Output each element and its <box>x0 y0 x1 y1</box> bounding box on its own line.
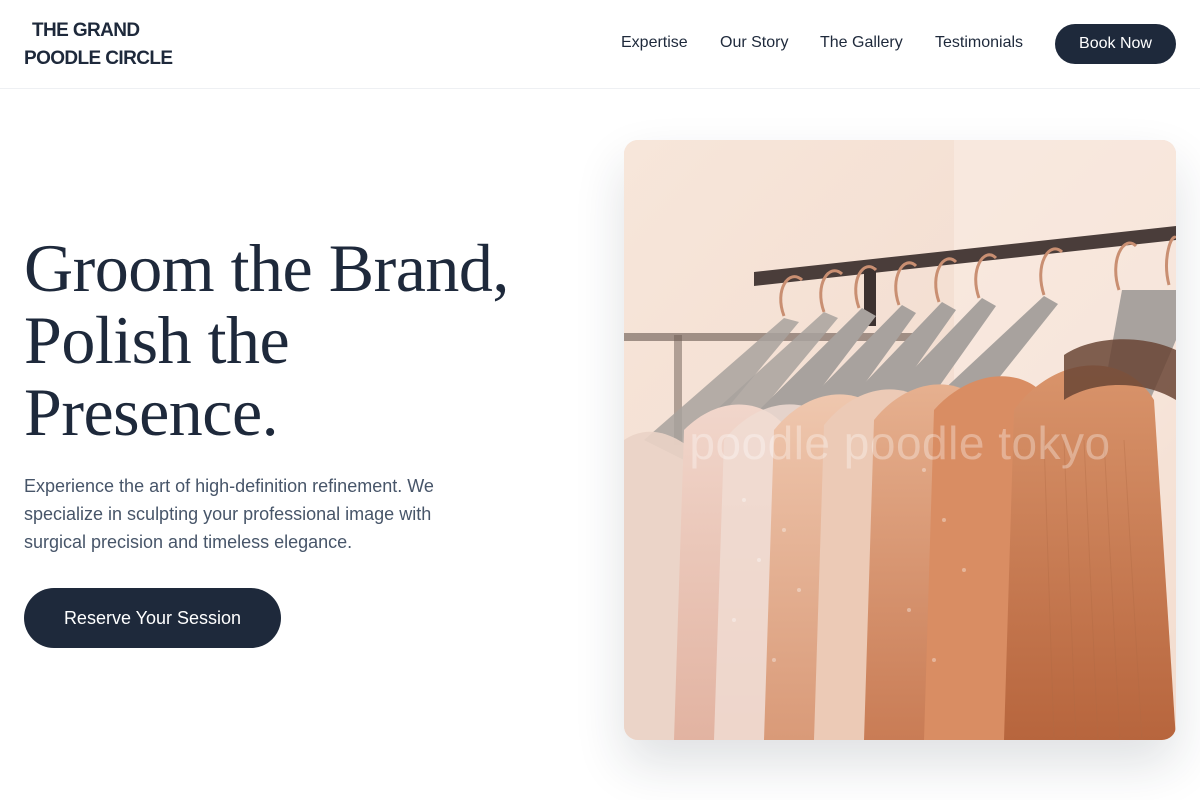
main-nav: Expertise Our Story The Gallery Testimon… <box>0 0 1200 89</box>
hero-subtitle: Experience the art of high-definition re… <box>24 476 434 552</box>
hero-title: Groom the Brand, Polish the Presence. <box>24 232 584 448</box>
book-now-button[interactable]: Book Now <box>1055 24 1176 64</box>
nav-link-expertise[interactable]: Expertise <box>621 33 688 53</box>
hero-title-line-2: Polish the <box>24 302 290 378</box>
photo-watermark: poodle poodle tokyo <box>689 417 1111 469</box>
nav-link-testimonials[interactable]: Testimonials <box>935 33 1023 53</box>
reserve-session-button[interactable]: Reserve Your Session <box>24 588 281 648</box>
hero-photo-clothing-rack: poodle poodle tokyo <box>624 140 1176 740</box>
nav-link-our-story[interactable]: Our Story <box>720 33 788 53</box>
hero-title-line-1: Groom the Brand, <box>24 230 509 306</box>
hero-title-line-3: Presence. <box>24 374 279 450</box>
site-header: THE GRAND POODLE CIRCLE Expertise Our St… <box>0 0 1200 89</box>
nav-link-gallery[interactable]: The Gallery <box>820 33 903 53</box>
